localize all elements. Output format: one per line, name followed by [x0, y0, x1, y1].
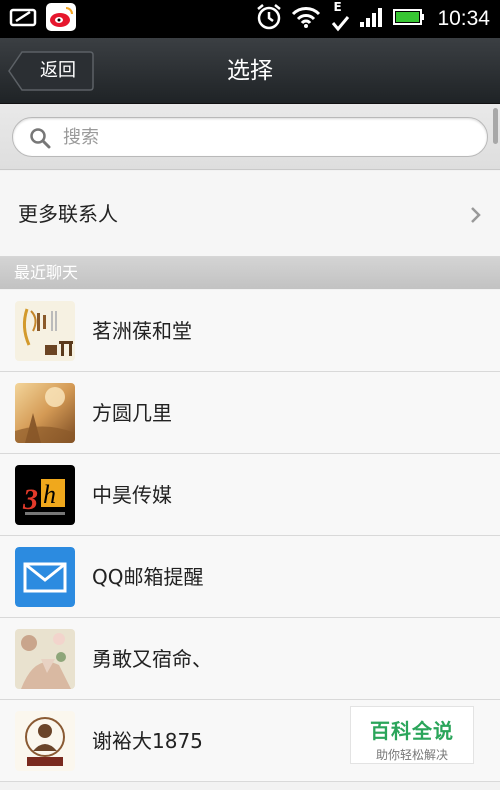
- watermark-title: 百科全说: [370, 719, 454, 743]
- avatar: [15, 629, 75, 689]
- watermark-logo: 百科全说 助你轻松解决: [350, 706, 474, 764]
- chat-name: 勇敢又宿命、: [92, 647, 212, 671]
- chat-item[interactable]: 3 h 中昊传媒: [0, 454, 500, 536]
- section-header-recent-chats: 最近聊天: [0, 257, 500, 289]
- search-placeholder: 搜索: [63, 127, 99, 148]
- avatar: 3 h: [15, 465, 75, 525]
- avatar: [15, 383, 75, 443]
- scrollbar-thumb[interactable]: [493, 108, 498, 144]
- edge-network-icon: E: [329, 0, 351, 34]
- weibo-icon: [46, 3, 76, 35]
- chat-item[interactable]: 方圆几里: [0, 372, 500, 454]
- chat-item[interactable]: 茗洲葆和堂: [0, 290, 500, 372]
- section-header-label: 最近聊天: [14, 263, 79, 282]
- signal-icon: [359, 6, 385, 32]
- svg-text:3: 3: [22, 483, 38, 516]
- back-button-label: 返回: [40, 60, 76, 81]
- avatar: [15, 301, 75, 361]
- avatar: [15, 711, 75, 771]
- back-button[interactable]: 返回: [8, 51, 94, 91]
- search-input[interactable]: 搜索: [12, 117, 488, 157]
- search-icon: [30, 128, 51, 149]
- chat-item[interactable]: 勇敢又宿命、: [0, 618, 500, 700]
- alarm-icon: [255, 3, 283, 35]
- svg-text:h: h: [43, 480, 56, 509]
- chat-name: 茗洲葆和堂: [92, 319, 192, 343]
- title-bar: 返回 选择: [0, 38, 500, 104]
- chevron-right-icon: [471, 207, 481, 223]
- screenshot-icon: [8, 6, 38, 32]
- status-bar: E 10:34: [0, 0, 500, 38]
- wifi-icon: [291, 5, 321, 33]
- chat-name: 方圆几里: [92, 401, 172, 425]
- chat-name: QQ邮箱提醒: [92, 565, 204, 589]
- more-contacts-label: 更多联系人: [18, 202, 118, 226]
- avatar: [15, 547, 75, 607]
- more-contacts-row[interactable]: 更多联系人: [0, 171, 500, 257]
- status-time: 10:34: [437, 7, 490, 30]
- chat-name: 中昊传媒: [92, 483, 172, 507]
- chat-name: 谢裕大1875: [92, 729, 203, 753]
- battery-icon: [393, 8, 425, 30]
- watermark-subtitle: 助你轻松解决: [375, 748, 448, 762]
- chat-item[interactable]: QQ邮箱提醒: [0, 536, 500, 618]
- search-bar: 搜索: [0, 104, 500, 170]
